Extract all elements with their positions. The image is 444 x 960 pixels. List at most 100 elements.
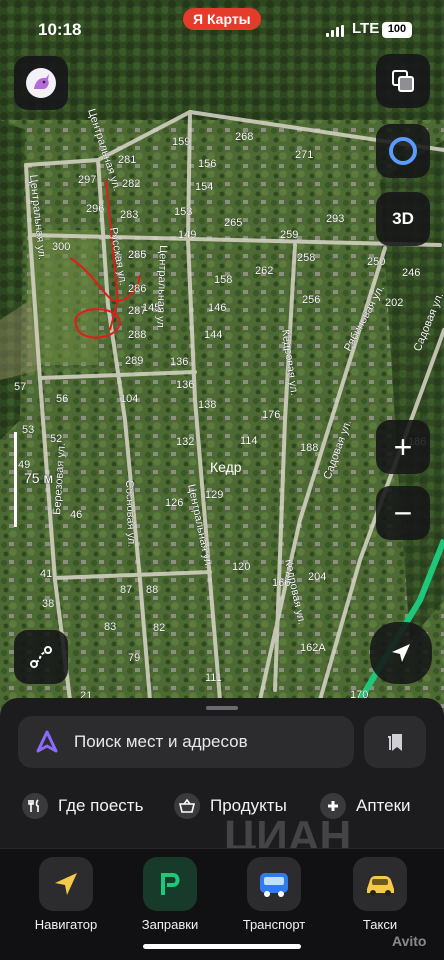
status-bar: 10:18 Я Карты LTE 100 bbox=[0, 0, 444, 60]
house-number-label: 293 bbox=[326, 213, 344, 225]
house-number-label: 283 bbox=[120, 209, 138, 221]
satellite-map[interactable]: 268 271 159 156 281 297 282 154 283 153 296 265 293 2… bbox=[0, 0, 444, 720]
house-number-label: 250 bbox=[367, 256, 385, 268]
tab-transport[interactable]: Транспорт bbox=[224, 857, 324, 932]
house-number-label: 262 bbox=[255, 265, 273, 277]
alice-icon bbox=[389, 137, 417, 165]
avito-watermark: Avito bbox=[392, 933, 427, 949]
house-number-label: 288 bbox=[128, 329, 146, 341]
bus-icon bbox=[247, 857, 301, 911]
house-number-label: 144 bbox=[204, 329, 222, 341]
house-number-label: 297 bbox=[78, 174, 96, 186]
house-number-label: 87 bbox=[120, 584, 132, 596]
fuel-station-icon bbox=[143, 857, 197, 911]
house-number-label: 271 bbox=[295, 149, 313, 161]
house-number-label: 126 bbox=[165, 497, 183, 509]
tab-label: Транспорт bbox=[242, 917, 306, 932]
tab-navigator[interactable]: Навигатор bbox=[16, 857, 116, 932]
house-number-label: 79 bbox=[128, 652, 140, 664]
house-number-label: 268 bbox=[235, 131, 253, 143]
category-food[interactable]: Где поесть bbox=[22, 786, 143, 826]
bookmarks-button[interactable] bbox=[364, 716, 426, 768]
house-number-label: 202 bbox=[385, 297, 403, 309]
house-number-label: 296 bbox=[86, 203, 104, 215]
street-label: Сосновая ул. bbox=[123, 480, 137, 548]
tab-label: Заправки bbox=[141, 917, 199, 932]
house-number-label: 159 bbox=[172, 136, 190, 148]
house-number-label: 132 bbox=[176, 436, 194, 448]
house-number-label: 158 bbox=[214, 274, 232, 286]
bookmarks-icon bbox=[388, 734, 402, 751]
house-number-label: 114 bbox=[240, 435, 258, 447]
house-number-label: 153 bbox=[174, 206, 192, 218]
house-number-label: 83 bbox=[104, 621, 116, 633]
house-number-label: 56 bbox=[56, 393, 68, 405]
house-number-label: 120 bbox=[232, 561, 250, 573]
cutlery-icon bbox=[22, 793, 48, 819]
area-label: Кедр bbox=[210, 459, 242, 475]
map-scale-label: 75 м bbox=[24, 470, 54, 486]
search-input[interactable]: Поиск мест и адресов bbox=[18, 716, 354, 768]
locate-arrow-icon bbox=[392, 644, 410, 662]
house-number-label: 88 bbox=[146, 584, 158, 596]
house-number-label: 246 bbox=[402, 267, 420, 279]
tab-label: Навигатор bbox=[34, 917, 98, 932]
house-number-label: 289 bbox=[125, 355, 143, 367]
house-number-label: 285 bbox=[128, 249, 146, 261]
zoom-out-button[interactable]: − bbox=[376, 486, 430, 540]
house-number-label: 204 bbox=[308, 571, 326, 583]
taxi-car-icon bbox=[353, 857, 407, 911]
tab-fuel[interactable]: Заправки bbox=[120, 857, 220, 932]
profile-avatar-button[interactable] bbox=[14, 56, 68, 110]
house-number-label: 156 bbox=[198, 158, 216, 170]
house-number-label: 162А bbox=[300, 642, 326, 654]
alice-button[interactable] bbox=[376, 124, 430, 178]
house-number-label: 176 bbox=[262, 409, 280, 421]
status-time: 10:18 bbox=[38, 20, 82, 39]
house-number-label: 149 bbox=[178, 229, 196, 241]
zoom-in-button[interactable]: + bbox=[376, 420, 430, 474]
sheet-handle[interactable] bbox=[206, 706, 238, 710]
house-number-label: 300 bbox=[52, 241, 70, 253]
layers-icon bbox=[392, 70, 414, 92]
house-number-label: 188 bbox=[300, 442, 318, 454]
house-number-label: 82 bbox=[153, 622, 165, 634]
house-number-label: 53 bbox=[22, 424, 34, 436]
battery-icon: 100 bbox=[382, 22, 412, 38]
signal-icon bbox=[326, 25, 344, 37]
house-number-label: 256 bbox=[302, 294, 320, 306]
house-number-label: 136 bbox=[170, 356, 188, 368]
house-number-label: 57 bbox=[14, 381, 26, 393]
layers-button[interactable] bbox=[376, 54, 430, 108]
house-number-label: 258 bbox=[297, 252, 315, 264]
tab-label: Такси bbox=[362, 917, 398, 932]
3d-mode-button[interactable]: 3D bbox=[376, 192, 430, 246]
alice-search-icon bbox=[36, 730, 58, 753]
navigator-arrow-icon bbox=[39, 857, 93, 911]
house-number-label: 281 bbox=[118, 154, 136, 166]
category-chips: Где поесть Продукты Аптеки bbox=[0, 786, 444, 826]
house-number-label: 282 bbox=[122, 178, 140, 190]
house-number-label: 287 bbox=[128, 305, 146, 317]
house-number-label: 265 bbox=[224, 217, 242, 229]
category-label: Аптеки bbox=[356, 796, 411, 815]
map-scale-bar bbox=[14, 432, 17, 527]
house-number-label: 111 bbox=[205, 672, 222, 684]
yandex-maps-badge[interactable]: Я Карты bbox=[183, 8, 261, 30]
house-number-label: 286 bbox=[128, 283, 146, 295]
locate-me-button[interactable] bbox=[370, 622, 432, 684]
home-indicator[interactable] bbox=[143, 944, 301, 949]
route-icon bbox=[30, 646, 52, 668]
house-number-label: 259 bbox=[280, 229, 298, 241]
house-number-label: 154 bbox=[195, 181, 213, 193]
tab-taxi[interactable]: Такси bbox=[330, 857, 430, 932]
category-label: Где поесть bbox=[58, 796, 144, 815]
house-number-label: 129 bbox=[205, 489, 223, 501]
house-number-label: 38 bbox=[42, 598, 54, 610]
route-button[interactable] bbox=[14, 630, 68, 684]
network-label: LTE bbox=[352, 20, 380, 37]
house-number-label: 104 bbox=[120, 393, 138, 405]
house-number-label: 41 bbox=[40, 568, 52, 580]
house-number-label: 138 bbox=[198, 399, 216, 411]
basket-icon bbox=[174, 793, 200, 819]
